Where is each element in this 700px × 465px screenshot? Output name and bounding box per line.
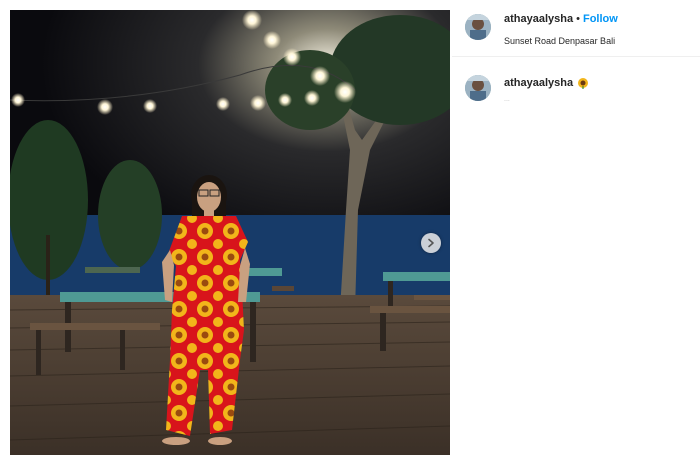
avatar-image	[465, 75, 491, 101]
header-line: athayaalysha • Follow	[504, 13, 618, 25]
post-photo[interactable]	[10, 10, 450, 455]
separator-dot: •	[576, 13, 580, 25]
next-photo-button[interactable]	[421, 233, 441, 253]
caption-meta: ...	[504, 96, 510, 103]
avatar[interactable]	[465, 14, 491, 40]
sunflower-icon	[578, 78, 589, 89]
post-header: athayaalysha • Follow Sunset Road Denpas…	[452, 0, 700, 57]
post-sidebar: athayaalysha • Follow Sunset Road Denpas…	[452, 0, 700, 465]
location-label: Sunset Road Denpasar Bali	[504, 36, 616, 46]
caption-username[interactable]: athayaalysha	[504, 77, 573, 89]
username-link[interactable]: athayaalysha	[504, 13, 573, 25]
avatar-image	[465, 14, 491, 40]
chevron-right-icon	[428, 238, 434, 248]
caption-avatar[interactable]	[465, 75, 491, 101]
follow-button[interactable]: Follow	[583, 13, 618, 25]
caption-line: athayaalysha	[504, 77, 589, 89]
location-link[interactable]: Sunset Road Denpasar Bali	[504, 31, 615, 49]
photo-scene	[10, 10, 450, 455]
